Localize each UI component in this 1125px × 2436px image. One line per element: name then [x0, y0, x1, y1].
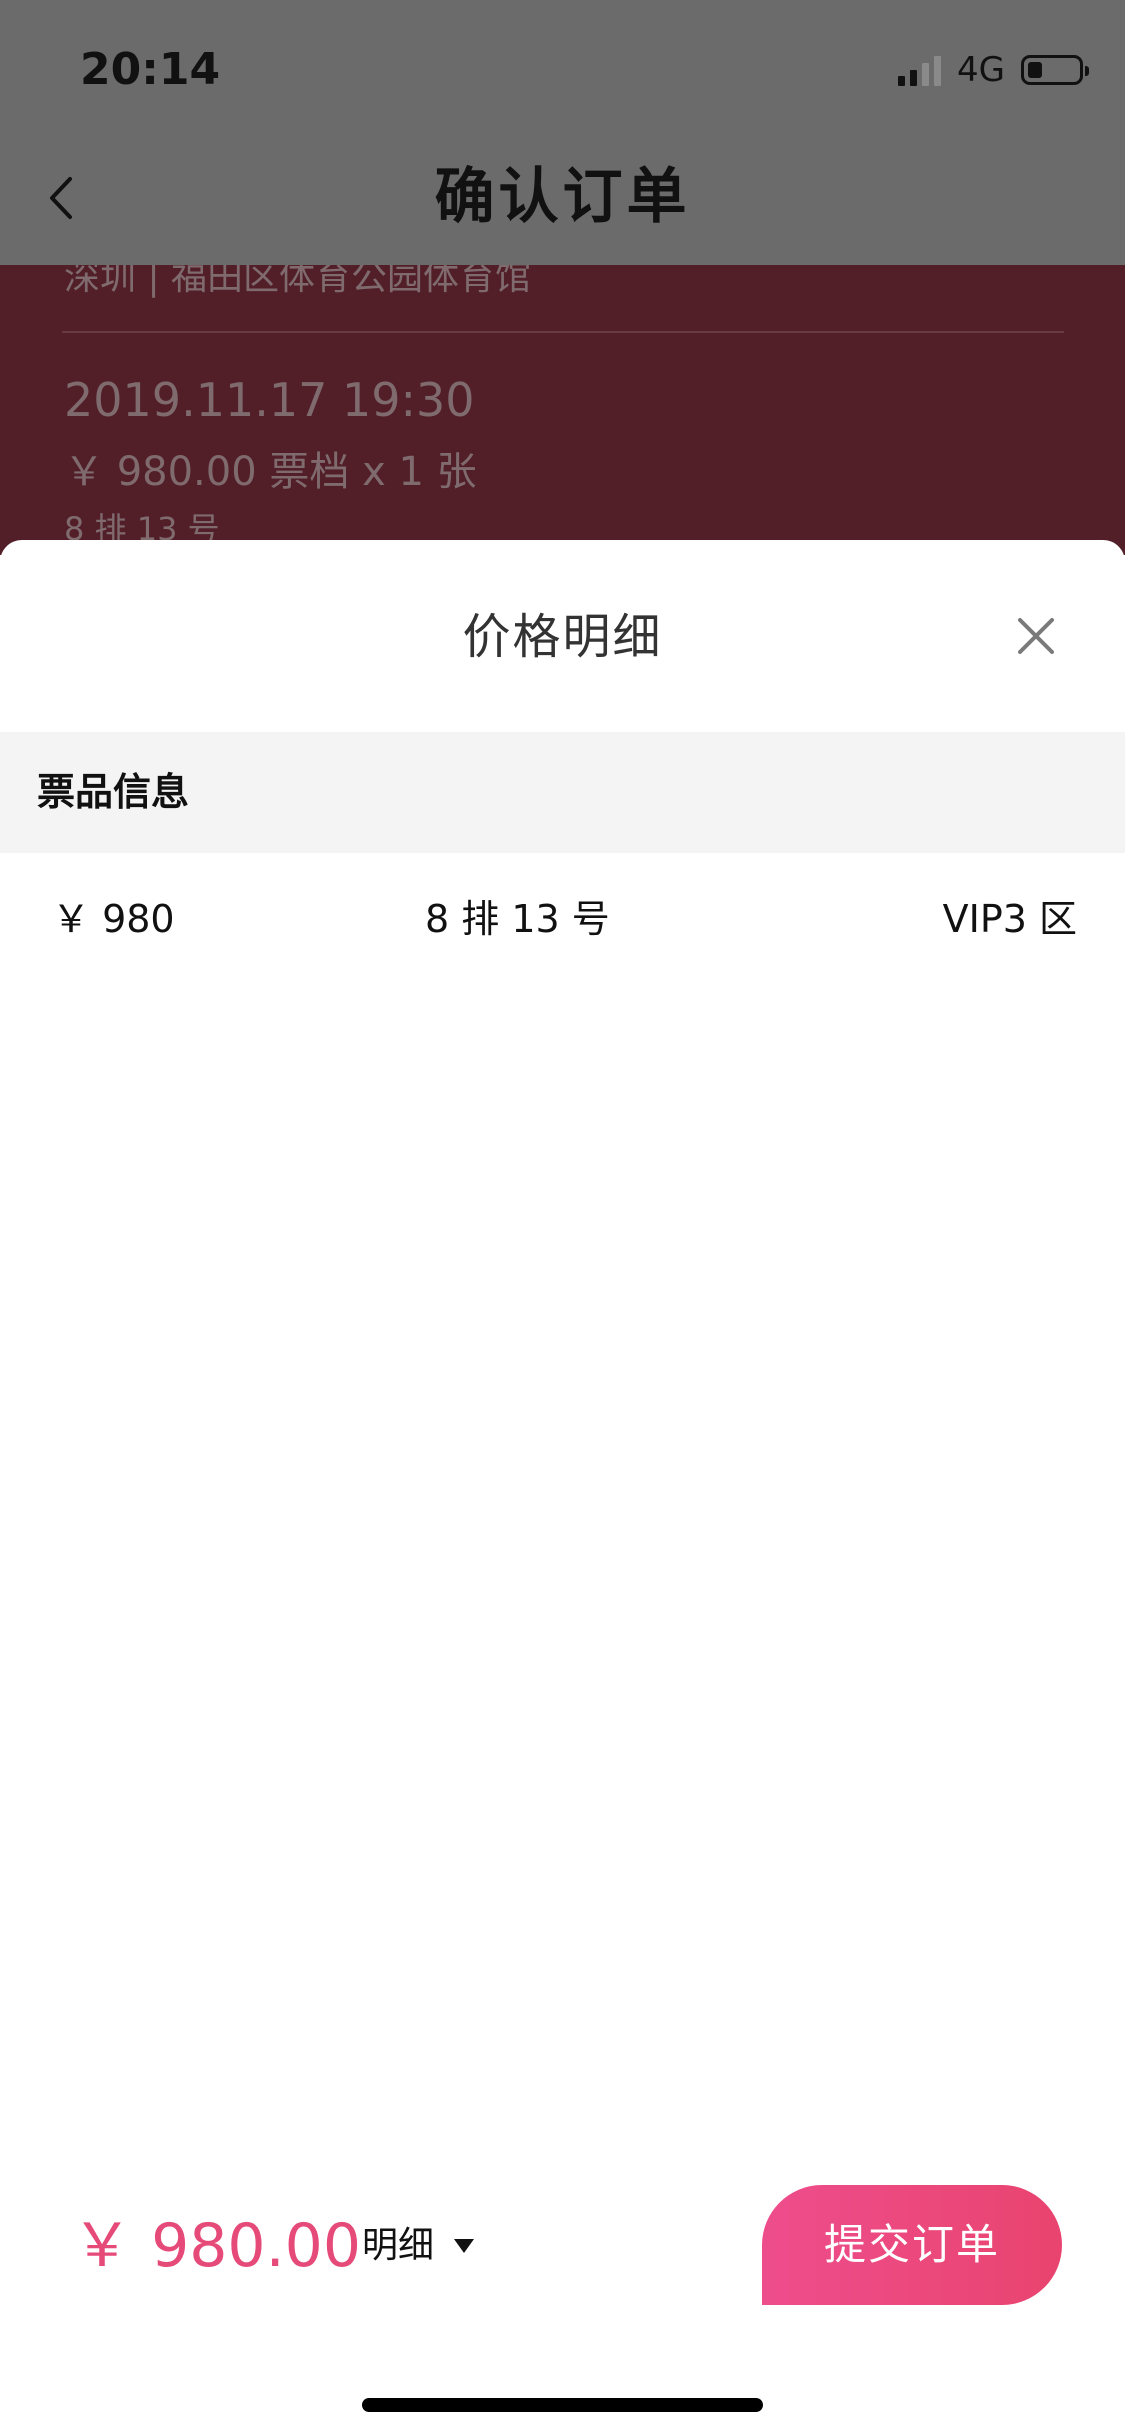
ticket-price-line: ￥ 980.00 票档 x 1 张 — [64, 449, 477, 495]
page-title: 确认订单 — [434, 162, 691, 232]
ticket-info-header: 票品信息 — [0, 732, 1125, 853]
total-price: ￥ 980.00 — [72, 2211, 362, 2281]
table-row: ￥ 980 8 排 13 号 VIP3 区 — [0, 865, 1125, 975]
signal-icon — [898, 54, 942, 86]
ticket-seat: 8 排 13 号 — [425, 897, 610, 941]
order-summary-card: 深圳 | 福田区体育公园体育馆 2019.11.17 19:30 ￥ 980.0… — [0, 265, 1125, 555]
battery-icon — [1021, 55, 1089, 85]
divider — [62, 331, 1064, 333]
close-button[interactable] — [1008, 608, 1064, 664]
caret-down-icon — [454, 2239, 475, 2253]
show-datetime: 2019.11.17 19:30 — [64, 373, 475, 427]
price-detail-sheet: 价格明细 票品信息 ￥ 980 8 排 13 号 VIP3 区 — [0, 540, 1125, 2436]
status-indicators: 4G — [898, 50, 1089, 90]
home-indicator — [362, 2398, 763, 2412]
close-icon — [1018, 618, 1054, 654]
submit-order-button[interactable]: 提交订单 — [762, 2185, 1062, 2305]
network-type: 4G — [957, 50, 1005, 90]
detail-toggle[interactable]: 明细 — [362, 2218, 475, 2274]
venue-text: 深圳 | 福田区体育公园体育馆 — [64, 265, 532, 298]
sheet-title: 价格明细 — [462, 609, 663, 665]
section-label: 票品信息 — [37, 770, 190, 814]
status-and-nav-area: 20:14 4G 确认订单 — [0, 0, 1125, 265]
detail-label: 明细 — [362, 2225, 435, 2266]
ticket-price: ￥ 980 — [52, 897, 175, 941]
ticket-zone: VIP3 区 — [942, 897, 1077, 941]
status-time: 20:14 — [80, 44, 221, 95]
